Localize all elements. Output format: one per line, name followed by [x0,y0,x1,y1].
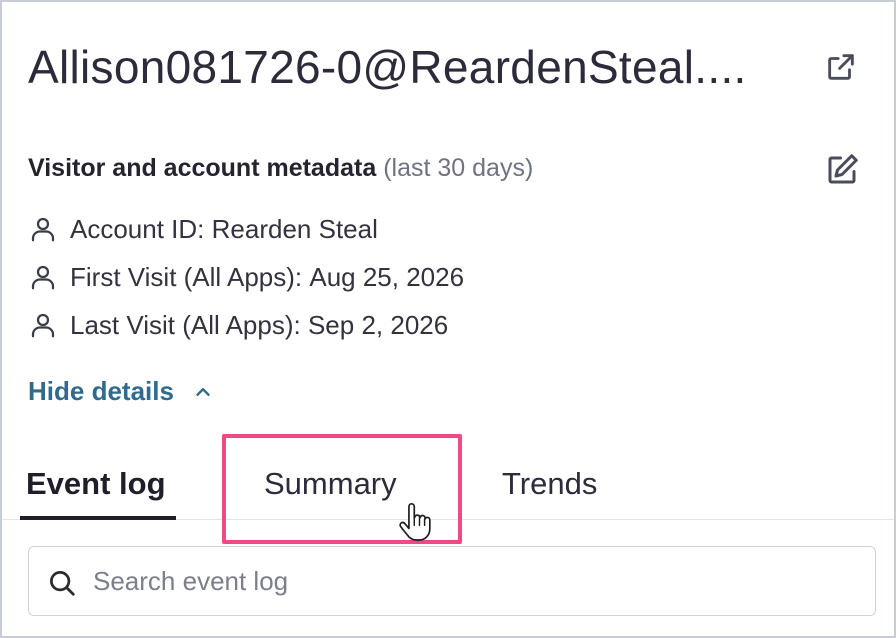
active-tab-indicator [20,516,176,520]
metadata-heading: Visitor and account metadata (last 30 da… [28,154,533,183]
metadata-row-label: First Visit (All Apps): [70,261,303,292]
tab-trends[interactable]: Trends [502,466,597,502]
metadata-row-value: Aug 25, 2026 [309,261,465,292]
metadata-row-value: Rearden Steal [211,213,378,244]
metadata-row-account-id: Account ID: Rearden Steal [28,213,378,245]
search-input[interactable] [93,557,853,605]
search-box[interactable] [28,546,876,616]
metadata-heading-note: (last 30 days) [383,154,534,182]
visitor-details-panel: Allison081726-0@ReardenSteal.... Visitor… [0,0,896,638]
edit-icon[interactable] [824,152,860,188]
tab-event-log[interactable]: Event log [26,466,166,502]
metadata-heading-label: Visitor and account metadata [28,154,377,182]
search-icon [50,571,75,596]
metadata-row-value: Sep 2, 2026 [307,309,449,340]
external-link-icon[interactable] [824,50,858,84]
person-icon [31,217,55,242]
metadata-row-label: Last Visit (All Apps): [70,309,301,340]
metadata-row-label: Account ID: [70,213,205,244]
person-icon [31,265,55,290]
chevron-up-icon [196,387,210,396]
hide-details-toggle[interactable]: Hide details [28,376,214,407]
metadata-row-last-visit: Last Visit (All Apps): Sep 2, 2026 [28,309,448,341]
page-title: Allison081726-0@ReardenSteal.... [28,41,747,93]
metadata-row-first-visit: First Visit (All Apps): Aug 25, 2026 [28,261,464,293]
hide-details-label: Hide details [28,376,174,406]
person-icon [31,313,55,338]
hand-pointer-icon [399,502,431,541]
